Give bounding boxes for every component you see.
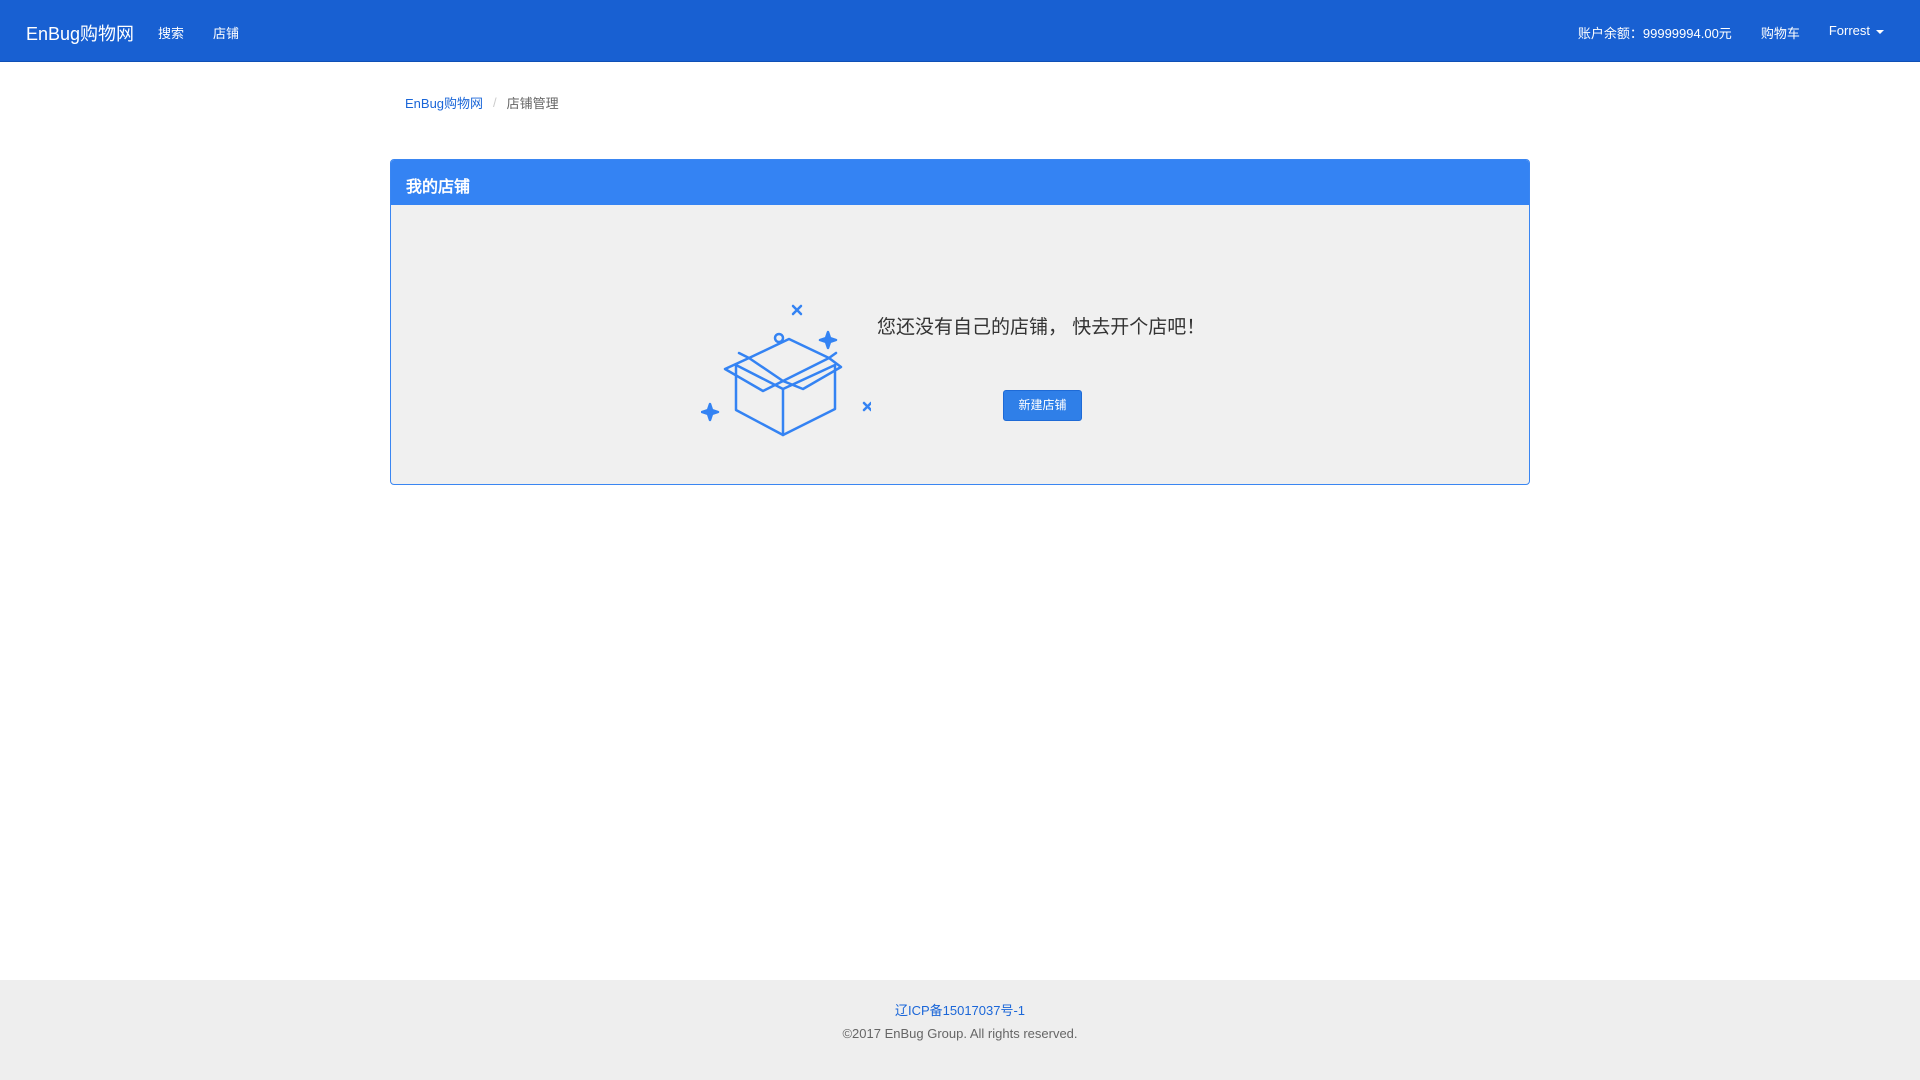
- create-shop-button[interactable]: 新建店铺: [1003, 390, 1082, 421]
- caret-down-icon: [1876, 29, 1884, 34]
- icp-link[interactable]: 辽ICP备15017037号-1: [0, 1000, 1920, 1019]
- page-footer: 辽ICP备15017037号-1 ©2017 EnBug Group. All …: [0, 980, 1920, 1080]
- breadcrumb-current: 店铺管理: [506, 96, 559, 111]
- breadcrumb-home[interactable]: EnBug购物网: [405, 93, 483, 112]
- nav-left-links: 搜索 店铺: [158, 23, 239, 42]
- breadcrumb-separator: /: [493, 95, 497, 110]
- copyright-text: ©2017 EnBug Group. All rights reserved.: [842, 1026, 1078, 1041]
- nav-link-cart[interactable]: 购物车: [1761, 23, 1800, 42]
- brand-logo[interactable]: EnBug购物网: [26, 20, 134, 46]
- user-menu-dropdown[interactable]: Forrest: [1829, 23, 1884, 42]
- account-balance[interactable]: 账户余额：99999994.00元: [1578, 23, 1732, 42]
- panel-title: 我的店铺: [391, 160, 1529, 205]
- empty-shop-message: 您还没有自己的店铺， 快去开个店吧！: [877, 317, 1206, 338]
- nav-link-search[interactable]: 搜索: [158, 23, 184, 42]
- my-shop-panel: 我的店铺 您还没有自己的店铺， 快去开个店吧！ 新建店铺: [390, 159, 1530, 485]
- nav-right-links: 账户余额：99999994.00元 购物车 Forrest: [1578, 23, 1884, 42]
- nav-link-shop[interactable]: 店铺: [213, 23, 239, 42]
- top-navbar: EnBug购物网 搜索 店铺 账户余额：99999994.00元 购物车 For…: [0, 0, 1920, 62]
- panel-body: 您还没有自己的店铺， 快去开个店吧！ 新建店铺: [391, 205, 1529, 484]
- empty-box-icon: [700, 295, 873, 455]
- user-name: Forrest: [1828, 23, 1870, 38]
- breadcrumb: EnBug购物网 / 店铺管理: [405, 93, 559, 112]
